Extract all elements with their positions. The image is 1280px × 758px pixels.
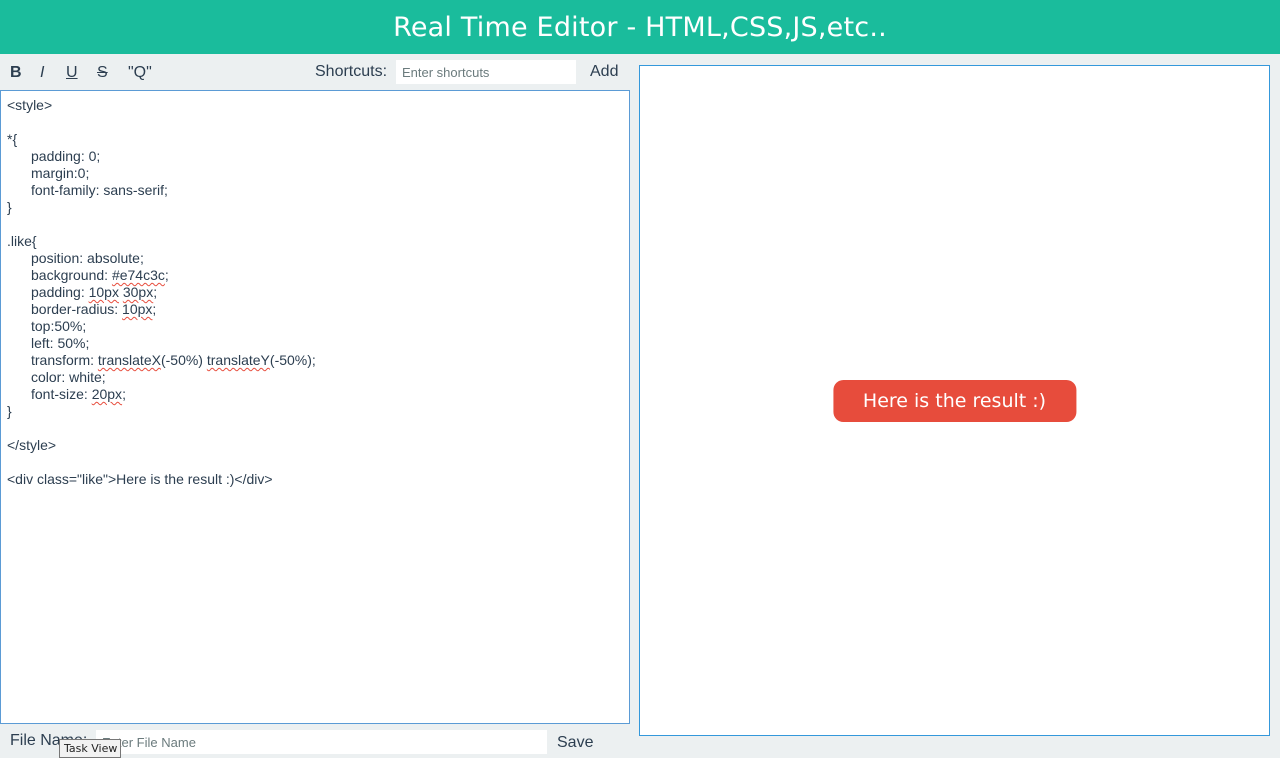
quote-button[interactable]: "Q": [128, 65, 152, 81]
code-line: top:50%;: [7, 318, 623, 335]
code-token: }: [7, 199, 12, 215]
code-line: background: #e74c3c;: [7, 267, 623, 284]
add-shortcut-button[interactable]: Add: [590, 63, 618, 81]
code-line: padding: 10px 30px;: [7, 284, 623, 301]
code-token: top:50%;: [31, 318, 87, 334]
code-line: *{: [7, 131, 623, 148]
code-line: font-family: sans-serif;: [7, 182, 623, 199]
code-token: .like{: [7, 233, 37, 249]
code-token: left: 50%;: [31, 335, 90, 351]
code-editor[interactable]: <style> *{ padding: 0; margin:0; font-family…: [0, 90, 630, 724]
code-line: position: absolute;: [7, 250, 623, 267]
code-token-misspelled: 10px: [88, 284, 119, 300]
app-header: Real Time Editor - HTML,CSS,JS,etc..: [0, 0, 1280, 54]
editor-toolbar: B I U S "Q" Shortcuts: Add: [0, 56, 632, 88]
code-token: *{: [7, 131, 18, 147]
code-token: <div class="like">Here is the result :)<…: [7, 471, 273, 487]
result-preview: Here is the result :): [639, 65, 1270, 736]
code-token: padding: 0;: [31, 148, 101, 164]
code-line: }: [7, 403, 623, 420]
shortcuts-input[interactable]: [396, 60, 576, 84]
code-line: left: 50%;: [7, 335, 623, 352]
code-line: padding: 0;: [7, 148, 623, 165]
app-title: Real Time Editor - HTML,CSS,JS,etc..: [393, 11, 887, 43]
code-line: </style>: [7, 437, 623, 454]
italic-button[interactable]: I: [40, 65, 44, 81]
result-like-box: Here is the result :): [832, 379, 1077, 422]
code-token: position: absolute;: [31, 250, 144, 266]
code-line: margin:0;: [7, 165, 623, 182]
code-token: ;: [164, 267, 169, 283]
code-line: <style>: [7, 97, 623, 114]
code-line: .like{: [7, 233, 623, 250]
code-line: }: [7, 199, 623, 216]
shortcuts-label: Shortcuts:: [315, 63, 388, 80]
strikethrough-button[interactable]: S: [97, 65, 108, 81]
code-token: background:: [31, 267, 112, 283]
code-line: transform: translateX(-50%) translateY(-…: [7, 352, 623, 369]
code-token-misspelled: translateX: [97, 352, 161, 368]
bold-button[interactable]: B: [10, 65, 22, 81]
code-token: transform:: [31, 352, 98, 368]
code-line: border-radius: 10px;: [7, 301, 623, 318]
code-token: border-radius:: [31, 301, 123, 317]
task-view-tooltip: Task View: [59, 739, 121, 758]
code-token: <style>: [7, 97, 53, 113]
code-token: color: white;: [31, 369, 106, 385]
code-token: margin:0;: [31, 165, 90, 181]
code-token: ;: [122, 386, 126, 402]
code-token-misspelled: #e74c3c: [111, 267, 165, 283]
file-name-input[interactable]: [96, 730, 547, 754]
underline-button[interactable]: U: [66, 65, 78, 81]
code-line: color: white;: [7, 369, 623, 386]
code-token: }: [7, 403, 12, 419]
code-token-misspelled: 20px: [91, 386, 123, 402]
code-token: (-50%);: [269, 352, 316, 368]
code-token: </style>: [7, 437, 57, 453]
code-line: font-size: 20px;: [7, 386, 623, 403]
code-token: font-size:: [31, 386, 92, 402]
code-token-misspelled: 10px: [122, 301, 153, 317]
code-token: font-family: sans-serif;: [31, 182, 168, 198]
save-button[interactable]: Save: [557, 734, 593, 752]
code-token-misspelled: translateY: [206, 352, 270, 368]
code-token: padding:: [31, 284, 89, 300]
code-line: <div class="like">Here is the result :)<…: [7, 471, 623, 488]
code-token-misspelled: 30px: [122, 284, 154, 300]
code-token: ;: [152, 301, 157, 317]
code-token: (-50%): [160, 352, 207, 368]
code-token: ;: [153, 284, 158, 300]
